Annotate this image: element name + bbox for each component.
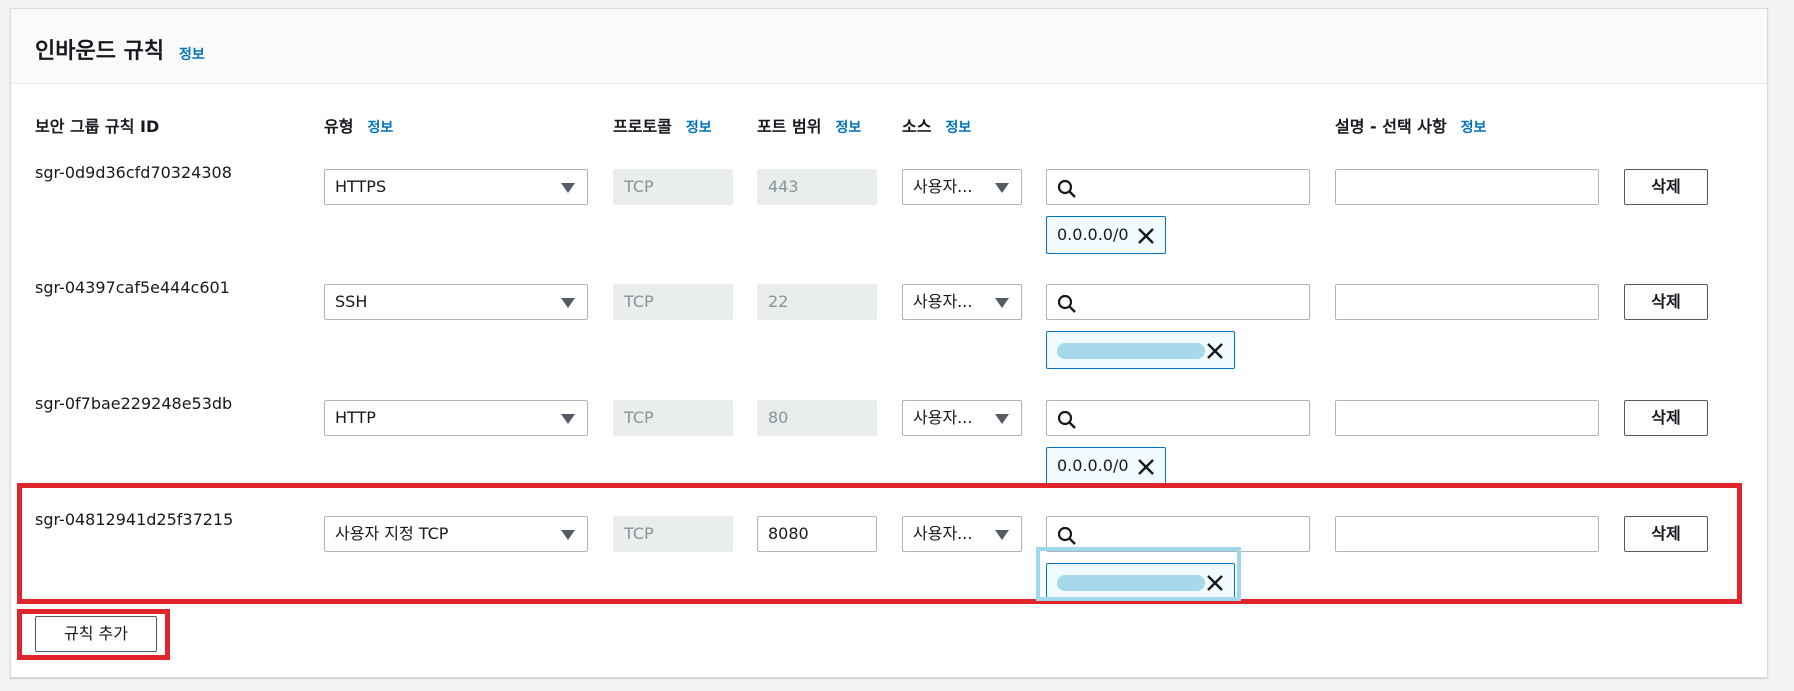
caret-down-icon	[995, 298, 1009, 308]
description-input[interactable]	[1335, 400, 1599, 436]
delete-button[interactable]: 삭제	[1624, 169, 1708, 205]
rule-id: sgr-04397caf5e444c601	[35, 278, 230, 297]
close-icon[interactable]	[1137, 458, 1155, 476]
col-source: 소스 정보	[902, 117, 972, 136]
type-select[interactable]: HTTPS	[324, 169, 588, 205]
caret-down-icon	[995, 183, 1009, 193]
source-select[interactable]: 사용자...	[902, 169, 1022, 205]
col-type: 유형 정보	[324, 117, 394, 136]
protocol-field: TCP	[613, 284, 733, 320]
source-select[interactable]: 사용자...	[902, 400, 1022, 436]
description-input[interactable]	[1335, 169, 1599, 205]
section-title: 인바운드 규칙	[35, 39, 165, 64]
description-info-link[interactable]: 정보	[1461, 120, 1487, 136]
source-select[interactable]: 사용자...	[902, 284, 1022, 320]
caret-down-icon	[995, 414, 1009, 424]
caret-down-icon	[561, 298, 575, 308]
search-icon	[1057, 294, 1076, 313]
highlight-box-token	[1036, 547, 1241, 601]
port-info-link[interactable]: 정보	[835, 120, 861, 136]
description-input[interactable]	[1335, 284, 1599, 320]
delete-button[interactable]: 삭제	[1624, 400, 1708, 436]
highlight-box-add-rule	[17, 609, 170, 660]
source-token: 0.0.0.0/0	[1046, 216, 1166, 254]
port-range-field: 80	[757, 400, 877, 436]
close-icon[interactable]	[1206, 342, 1224, 360]
source-search-input[interactable]	[1046, 400, 1310, 436]
rule-id: sgr-0f7bae229248e53db	[35, 394, 233, 413]
redacted-value	[1057, 343, 1205, 359]
delete-button[interactable]: 삭제	[1624, 284, 1708, 320]
type-select[interactable]: SSH	[324, 284, 588, 320]
port-range-field: 443	[757, 169, 877, 205]
source-token	[1046, 331, 1235, 369]
panel-header: 인바운드 규칙 정보	[11, 9, 1767, 84]
caret-down-icon	[561, 414, 575, 424]
col-protocol: 프로토콜 정보	[613, 117, 712, 136]
port-range-field: 22	[757, 284, 877, 320]
source-search-input[interactable]	[1046, 284, 1310, 320]
protocol-field: TCP	[613, 400, 733, 436]
protocol-field: TCP	[613, 169, 733, 205]
highlight-box-row	[17, 483, 1742, 604]
type-select[interactable]: HTTP	[324, 400, 588, 436]
source-token: 0.0.0.0/0	[1046, 447, 1166, 485]
source-info-link[interactable]: 정보	[945, 120, 971, 136]
type-info-link[interactable]: 정보	[367, 120, 393, 136]
source-search-input[interactable]	[1046, 169, 1310, 205]
protocol-info-link[interactable]: 정보	[686, 120, 712, 136]
col-rule-id: 보안 그룹 규칙 ID	[35, 117, 160, 136]
search-icon	[1057, 410, 1076, 429]
title-info-link[interactable]: 정보	[179, 44, 205, 64]
search-icon	[1057, 179, 1076, 198]
col-port-range: 포트 범위 정보	[757, 117, 862, 136]
rule-id: sgr-0d9d36cfd70324308	[35, 163, 232, 182]
close-icon[interactable]	[1137, 227, 1155, 245]
col-description: 설명 - 선택 사항 정보	[1335, 117, 1487, 136]
caret-down-icon	[561, 183, 575, 193]
